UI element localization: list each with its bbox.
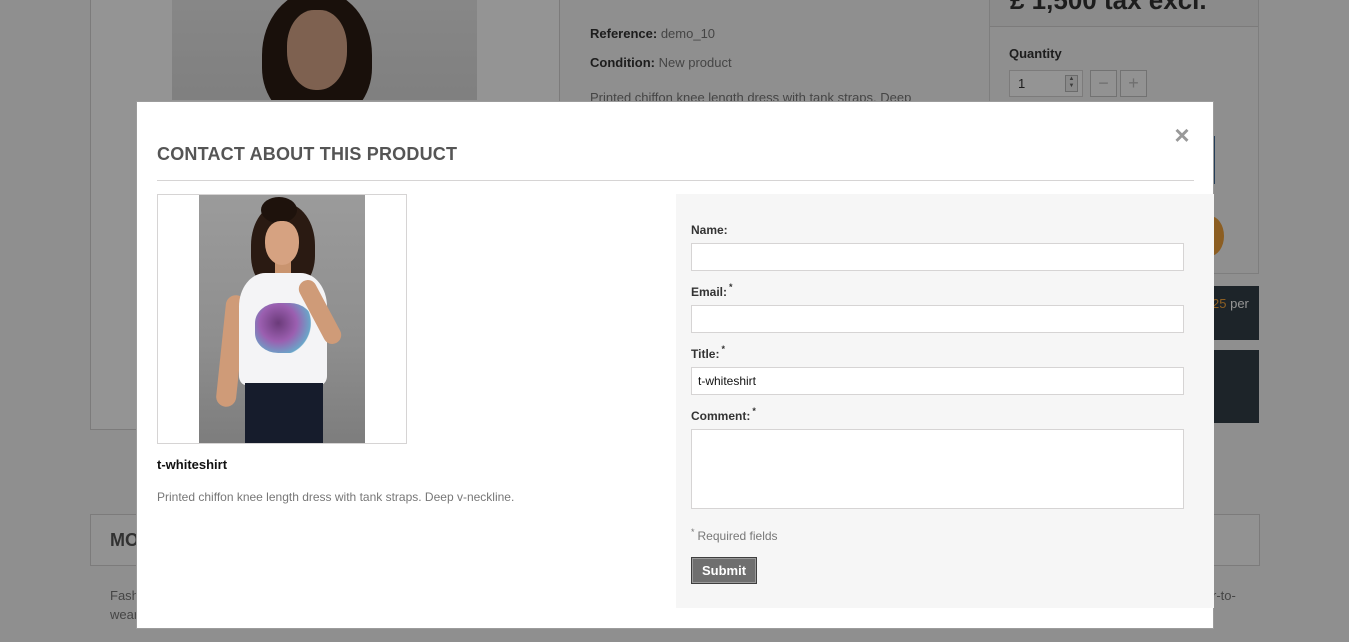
title-input[interactable] — [691, 367, 1184, 395]
title-label: Title: * — [691, 344, 725, 361]
close-icon[interactable]: × — [1171, 122, 1193, 148]
email-input[interactable] — [691, 305, 1184, 333]
required-marker: * — [691, 527, 695, 537]
product-name: t-whiteshirt — [157, 457, 228, 472]
title-divider — [157, 180, 1194, 181]
comment-textarea[interactable] — [691, 429, 1184, 509]
name-input[interactable] — [691, 243, 1184, 271]
contact-product-modal: × CONTACT ABOUT THIS PRODUCT t-whiteshir… — [136, 101, 1214, 629]
product-photo — [199, 195, 365, 443]
required-fields-note: * Required fields — [691, 527, 778, 543]
title-required-marker: * — [721, 344, 725, 354]
contact-form: Name: Email:* Title:* Comment:* *Require… — [676, 194, 1214, 608]
comment-label: Comment: * — [691, 406, 756, 423]
email-required-marker: * — [729, 282, 733, 292]
product-description: Printed chiffon knee length dress with t… — [157, 490, 515, 504]
email-label: Email: * — [691, 282, 733, 299]
modal-title: CONTACT ABOUT THIS PRODUCT — [157, 144, 458, 164]
product-thumbnail — [157, 194, 407, 444]
name-label: Name: — [691, 223, 728, 237]
comment-required-marker: * — [752, 406, 756, 416]
submit-button[interactable]: Submit — [691, 557, 757, 584]
